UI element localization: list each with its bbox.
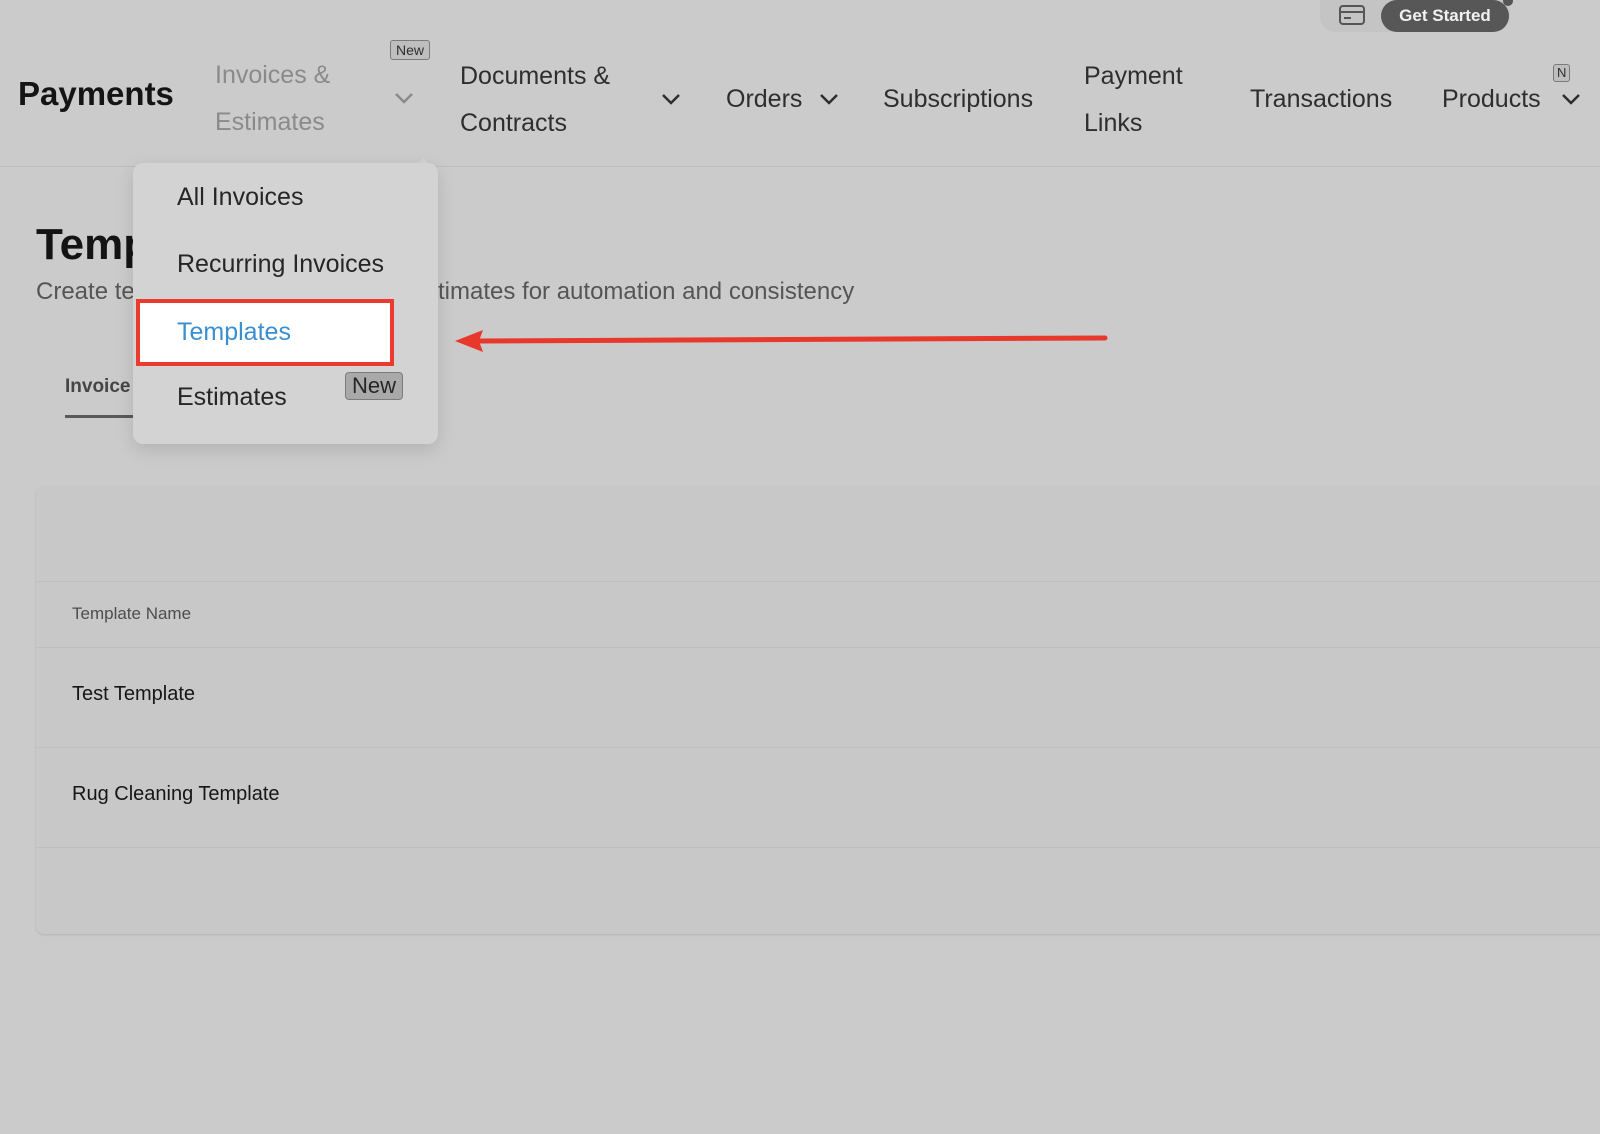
nav-item-documents-contracts[interactable]: Documents & Contracts: [460, 53, 645, 147]
chevron-down-icon[interactable]: [660, 92, 682, 106]
page-subtitle: Create te: [36, 278, 135, 306]
annotation-arrow-icon: [455, 330, 1108, 352]
nav-item-invoices-estimates[interactable]: Invoices & Estimates: [215, 52, 355, 146]
top-nav: Payments Invoices & Estimates New Docume…: [0, 0, 1600, 167]
chevron-down-icon[interactable]: [393, 91, 415, 105]
chevron-down-icon[interactable]: [818, 92, 840, 106]
nav-item-orders[interactable]: Orders: [726, 76, 802, 123]
table-row[interactable]: Rug Cleaning Template: [36, 747, 1600, 848]
table-row[interactable]: Test Template: [36, 647, 1600, 748]
dropdown-item-estimates-label: Estimates: [177, 383, 287, 411]
dropdown-item-all-invoices[interactable]: All Invoices: [177, 183, 303, 212]
chevron-down-icon[interactable]: [1560, 92, 1582, 106]
table-header-row: Template Name: [36, 581, 1600, 648]
dropdown-item-estimates[interactable]: Estimates New: [177, 372, 404, 412]
nav-item-products[interactable]: Products: [1442, 76, 1541, 123]
page-subtitle-start: Create te: [36, 278, 135, 305]
nav-new-badge: N: [1553, 64, 1571, 82]
nav-item-payment-links[interactable]: Payment Links: [1084, 53, 1204, 147]
nav-new-badge: New: [390, 40, 431, 60]
tab-invoice-templates[interactable]: Invoice: [65, 376, 130, 398]
nav-item-transactions[interactable]: Transactions: [1250, 76, 1392, 123]
column-header-template-name[interactable]: Template Name: [72, 604, 191, 624]
templates-table: Template Name Test Template Rug Cleaning…: [36, 486, 1600, 934]
template-name-cell[interactable]: Rug Cleaning Template: [72, 783, 280, 806]
table-footer: [36, 847, 1600, 935]
dropdown-item-templates[interactable]: Templates: [177, 318, 291, 347]
brand-title: Payments: [18, 75, 174, 112]
template-name-cell[interactable]: Test Template: [72, 683, 195, 706]
page-subtitle-end: stimates for automation and consistency: [426, 278, 855, 305]
new-badge: New: [345, 372, 404, 400]
nav-item-subscriptions[interactable]: Subscriptions: [883, 76, 1033, 123]
dropdown-item-recurring-invoices[interactable]: Recurring Invoices: [177, 250, 384, 279]
